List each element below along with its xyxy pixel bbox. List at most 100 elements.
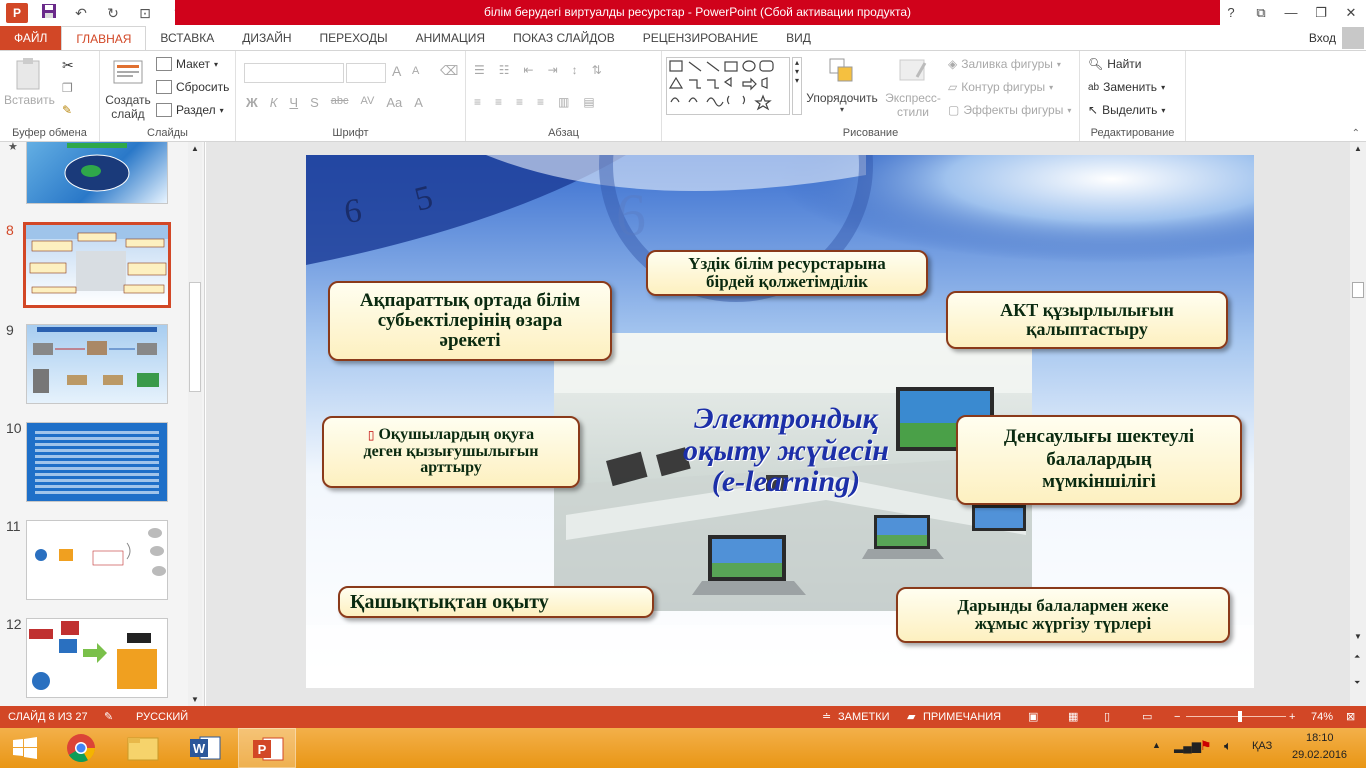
section-button[interactable]: Раздел ▾: [156, 103, 224, 117]
slide-box-ict-competence[interactable]: АКТ құзырлылығын қалыптастыру: [946, 291, 1228, 349]
slide-scrollbar[interactable]: ▲ ▼ ⏶ ⏷: [1350, 142, 1366, 706]
format-painter-icon[interactable]: ✎: [62, 103, 72, 117]
slide-sorter-icon[interactable]: ▦: [1068, 706, 1078, 728]
strikethrough-button[interactable]: abc: [331, 95, 349, 110]
change-case-button[interactable]: Aa: [386, 95, 402, 110]
slide-scroll-thumb[interactable]: [1352, 282, 1364, 298]
sign-in[interactable]: Вход: [1309, 26, 1366, 50]
slide-box-distance-learning[interactable]: Қашықтықтан оқыту: [338, 586, 654, 618]
paste-button[interactable]: Вставить: [4, 57, 55, 107]
signal-icon[interactable]: ▂▄▆: [1174, 739, 1201, 753]
tab-design[interactable]: ДИЗАЙН: [228, 26, 305, 50]
shape-fill-button[interactable]: ◈ Заливка фигуры ▾: [948, 57, 1061, 71]
underline-button[interactable]: Ч: [289, 95, 298, 110]
new-slide-button[interactable]: Создать слайд: [104, 57, 152, 121]
clock-date[interactable]: 29.02.2016: [1292, 749, 1347, 761]
select-button[interactable]: ↖ Выделить ▾: [1088, 103, 1165, 117]
comments-button[interactable]: ПРИМЕЧАНИЯ: [923, 706, 1001, 728]
reading-view-icon[interactable]: ▯: [1104, 706, 1110, 728]
grow-font-icon[interactable]: A: [392, 63, 401, 79]
smartart-icon[interactable]: ▤: [583, 95, 594, 109]
next-slide-icon[interactable]: ⏷: [1354, 678, 1360, 688]
line-spacing-icon[interactable]: ↕: [572, 63, 578, 77]
align-right-icon[interactable]: ≡: [516, 95, 523, 109]
help-icon[interactable]: ?: [1216, 0, 1246, 26]
word-taskbar-button[interactable]: W: [176, 728, 234, 768]
tab-view[interactable]: ВИД: [772, 26, 825, 50]
shapes-more-button[interactable]: ▴ ▾ ▾: [792, 57, 802, 115]
tab-animation[interactable]: АНИМАЦИЯ: [402, 26, 499, 50]
cut-icon[interactable]: ✂: [62, 57, 74, 74]
language-indicator[interactable]: РУССКИЙ: [136, 706, 188, 728]
save-icon[interactable]: [38, 3, 60, 23]
slide-box-interaction[interactable]: Ақпараттық ортада білім субьектілерінің …: [328, 281, 612, 361]
font-color-button[interactable]: A: [414, 95, 423, 110]
char-spacing-button[interactable]: AV: [361, 95, 375, 110]
collapse-ribbon-icon[interactable]: ⌃: [1352, 128, 1360, 139]
zoom-out-icon[interactable]: −: [1174, 706, 1180, 728]
zoom-slider-knob[interactable]: [1238, 711, 1242, 722]
decrease-indent-icon[interactable]: ⇤: [524, 63, 534, 77]
bold-button[interactable]: Ж: [246, 95, 258, 110]
arrange-button[interactable]: Упорядочить ▾: [804, 55, 880, 114]
slide-center-title[interactable]: Электрондық оқыту жүйесін (e-learning): [636, 403, 936, 498]
powerpoint-icon[interactable]: P: [6, 3, 28, 23]
thumbnail-scrollbar[interactable]: ▲ ▼: [188, 142, 202, 706]
thumbnail-scroll-thumb[interactable]: [189, 282, 201, 392]
justify-icon[interactable]: ≡: [537, 95, 544, 109]
input-language[interactable]: ҚАЗ: [1252, 740, 1272, 752]
slide-thumbnail-8[interactable]: [23, 222, 171, 308]
font-family-input[interactable]: [244, 63, 344, 83]
slide-thumbnail-7[interactable]: [26, 142, 168, 204]
clock-time[interactable]: 18:10: [1306, 732, 1334, 744]
current-slide[interactable]: 6 5 6 Үздік білім ресурстарына бірдей қо…: [306, 155, 1254, 688]
notes-icon[interactable]: ≐: [822, 706, 831, 728]
zoom-in-icon[interactable]: +: [1289, 706, 1295, 728]
start-from-beginning-icon[interactable]: ⊡: [134, 3, 156, 23]
comments-icon[interactable]: ▰: [907, 706, 915, 728]
notes-button[interactable]: ЗАМЕТКИ: [838, 706, 890, 728]
restore-icon[interactable]: ❐: [1306, 0, 1336, 26]
replace-button[interactable]: ab Заменить ▾: [1088, 80, 1165, 94]
tab-home[interactable]: ГЛАВНАЯ: [61, 26, 147, 50]
powerpoint-taskbar-button[interactable]: P: [238, 728, 296, 768]
italic-button[interactable]: К: [270, 95, 278, 110]
slide-thumbnail-10[interactable]: [26, 422, 168, 502]
shapes-gallery[interactable]: [666, 57, 790, 115]
increase-indent-icon[interactable]: ⇥: [548, 63, 558, 77]
align-center-icon[interactable]: ≡: [495, 95, 502, 109]
shadow-button[interactable]: S: [310, 95, 319, 110]
minimize-icon[interactable]: —: [1276, 0, 1306, 26]
find-button[interactable]: 🔍︎ Найти: [1088, 57, 1141, 71]
reset-button[interactable]: Сбросить: [156, 80, 229, 94]
zoom-slider[interactable]: [1186, 711, 1286, 722]
slide-thumbnail-11[interactable]: [26, 520, 168, 600]
numbering-icon[interactable]: ☷: [499, 63, 510, 77]
slide-thumbnail-9[interactable]: [26, 324, 168, 404]
tab-insert[interactable]: ВСТАВКА: [146, 26, 228, 50]
chrome-taskbar-button[interactable]: [52, 728, 110, 768]
slide-box-special-needs[interactable]: Денсаулығы шектеулі балалардың мүмкіншіл…: [956, 415, 1242, 505]
normal-view-icon[interactable]: ▣: [1028, 706, 1038, 728]
slide-box-gifted-children[interactable]: Дарынды балалармен жеке жұмыс жүргізу тү…: [896, 587, 1230, 643]
action-center-icon[interactable]: ⚑: [1200, 738, 1212, 754]
copy-icon[interactable]: ❐: [62, 81, 73, 95]
slide-box-student-interest[interactable]: ▯ Оқушылардың оқуға деген қызығушылығын …: [322, 416, 580, 488]
tab-slideshow[interactable]: ПОКАЗ СЛАЙДОВ: [499, 26, 629, 50]
previous-slide-icon[interactable]: ⏶: [1354, 652, 1360, 662]
close-icon[interactable]: ✕: [1336, 0, 1366, 26]
start-button[interactable]: [0, 728, 50, 768]
scroll-up-icon[interactable]: ▲: [191, 144, 199, 153]
tab-transitions[interactable]: ПЕРЕХОДЫ: [306, 26, 402, 50]
tab-review[interactable]: РЕЦЕНЗИРОВАНИЕ: [629, 26, 772, 50]
font-size-input[interactable]: [346, 63, 386, 83]
layout-button[interactable]: Макет ▾: [156, 57, 218, 71]
zoom-level[interactable]: 74%: [1311, 706, 1333, 728]
slide-scroll-down-icon[interactable]: ▼: [1354, 632, 1362, 641]
volume-icon[interactable]: 🔈︎: [1224, 738, 1232, 754]
columns-icon[interactable]: ▥: [558, 95, 569, 109]
redo-icon[interactable]: ↻: [102, 3, 124, 23]
fit-slide-icon[interactable]: ⊠: [1346, 706, 1355, 728]
slide-scroll-up-icon[interactable]: ▲: [1354, 144, 1362, 153]
slide-thumbnail-12[interactable]: [26, 618, 168, 698]
